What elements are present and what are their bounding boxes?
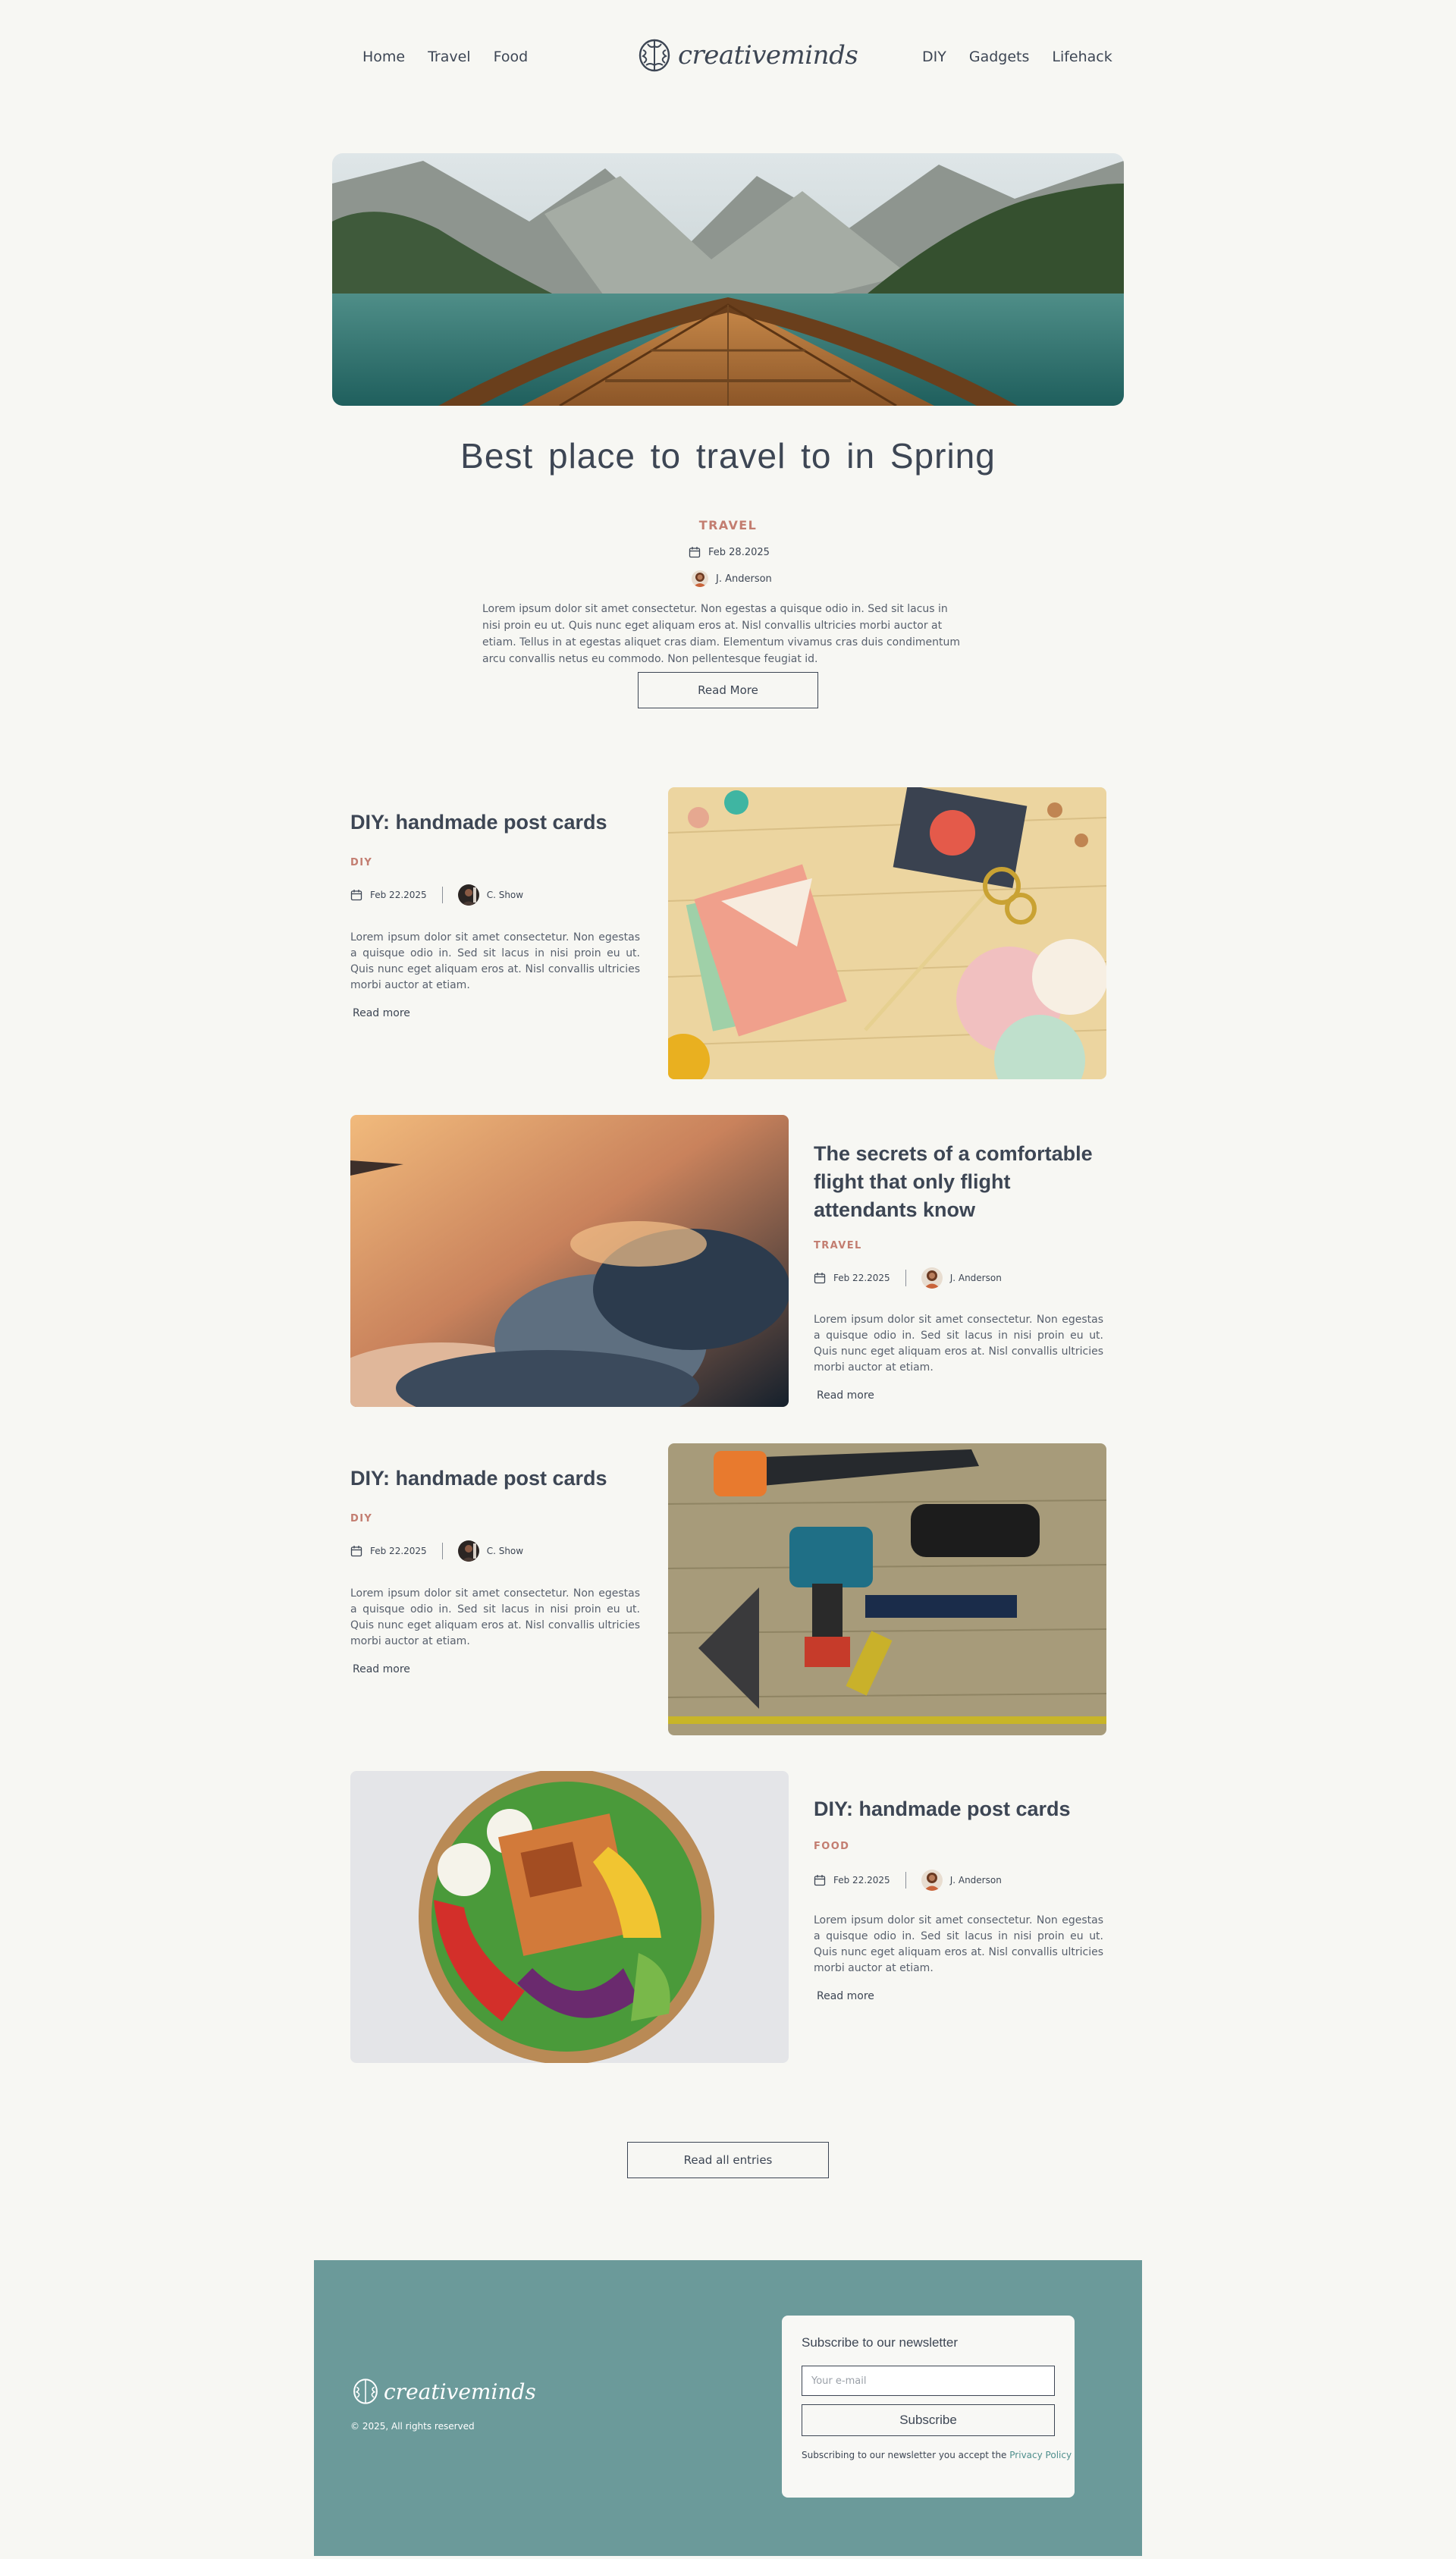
page: Home Travel Food creativeminds DIY Gadge… — [0, 0, 1456, 2559]
article-image-tools[interactable] — [668, 1443, 1106, 1735]
hero-author[interactable]: J. Anderson — [692, 570, 772, 587]
article-excerpt: Lorem ipsum dolor sit amet consectetur. … — [814, 1914, 1103, 1974]
nav-food[interactable]: Food — [494, 49, 529, 65]
article-author[interactable]: C. Show — [487, 890, 523, 900]
hero-excerpt: Lorem ipsum dolor sit amet consectetur. … — [482, 603, 961, 665]
calendar-icon — [350, 1546, 362, 1557]
article-date: Feb 22.2025 — [370, 1546, 427, 1556]
brand-logo[interactable]: creativeminds — [637, 38, 858, 73]
article-category[interactable]: FOOD — [814, 1841, 849, 1852]
hero-date-text: Feb 28.2025 — [708, 546, 770, 558]
hero-author-name: J. Anderson — [716, 573, 772, 585]
hero-image-lake-boat[interactable] — [332, 153, 1124, 406]
article-title[interactable]: DIY: handmade post cards — [350, 1465, 654, 1493]
avatar — [692, 570, 708, 587]
article-category[interactable]: TRAVEL — [814, 1240, 862, 1251]
article-meta: Feb 22.2025 C. Show — [350, 884, 523, 906]
article-title[interactable]: DIY: handmade post cards — [350, 809, 654, 837]
hero-title[interactable]: Best place to travel to in Spring — [0, 435, 1456, 476]
meta-divider — [905, 1270, 906, 1286]
footer: creativeminds © 2025, All rights reserve… — [314, 2260, 1142, 2556]
article-meta: Feb 22.2025 C. Show — [350, 1540, 523, 1562]
article-date: Feb 22.2025 — [833, 1875, 890, 1885]
article-read-more-link[interactable]: Read more — [817, 1990, 874, 2002]
article-author[interactable]: C. Show — [487, 1546, 523, 1556]
article-image-salad-bowl[interactable] — [350, 1771, 789, 2063]
calendar-icon — [350, 890, 362, 901]
brain-logo-icon — [353, 2378, 378, 2404]
article-date: Feb 22.2025 — [370, 890, 427, 900]
avatar — [457, 884, 479, 906]
nav-diy[interactable]: DIY — [922, 49, 946, 65]
nav-lifehack[interactable]: Lifehack — [1052, 49, 1112, 65]
article-image-postcards[interactable] — [668, 787, 1106, 1079]
meta-divider — [441, 1543, 443, 1559]
article-date: Feb 22.2025 — [833, 1273, 890, 1283]
article-excerpt: Lorem ipsum dolor sit amet consectetur. … — [350, 1587, 640, 1647]
top-nav: Home Travel Food creativeminds DIY Gadge… — [0, 38, 1456, 80]
avatar — [921, 1870, 943, 1891]
brain-logo-icon — [639, 39, 670, 72]
article-read-more-link[interactable]: Read more — [817, 1389, 874, 1402]
newsletter-box: Subscribe to our newsletter Subscribe Su… — [782, 2316, 1075, 2498]
article-image-airplane-clouds[interactable] — [350, 1115, 789, 1407]
newsletter-title: Subscribe to our newsletter — [802, 2335, 958, 2350]
privacy-policy-link[interactable]: Privacy Policy — [1009, 2450, 1072, 2460]
article-read-more-link[interactable]: Read more — [353, 1007, 410, 1019]
article-title[interactable]: The secrets of a comfortable flight that… — [814, 1140, 1111, 1224]
meta-divider — [441, 887, 443, 903]
read-all-entries-button[interactable]: Read all entries — [627, 2142, 829, 2178]
hero-date: Feb 28.2025 — [689, 546, 770, 558]
article-meta: Feb 22.2025 J. Anderson — [814, 1267, 1002, 1289]
footer-copyright: © 2025, All rights reserved — [350, 2421, 475, 2432]
hero-read-more-button[interactable]: Read More — [638, 672, 818, 708]
article-read-more-link[interactable]: Read more — [353, 1663, 410, 1675]
nav-home[interactable]: Home — [362, 49, 405, 65]
avatar — [457, 1540, 479, 1562]
article-category[interactable]: DIY — [350, 857, 372, 868]
nav-gadgets[interactable]: Gadgets — [969, 49, 1030, 65]
newsletter-note: Subscribing to our newsletter you accept… — [802, 2450, 1072, 2460]
brand-name: creativeminds — [678, 40, 858, 71]
article-category[interactable]: DIY — [350, 1513, 372, 1524]
nav-left: Home Travel Food — [362, 49, 528, 65]
footer-brand-name: creativeminds — [384, 2378, 536, 2404]
article-meta: Feb 22.2025 J. Anderson — [814, 1870, 1002, 1891]
nav-travel[interactable]: Travel — [428, 49, 470, 65]
article-excerpt: Lorem ipsum dolor sit amet consectetur. … — [350, 931, 640, 991]
avatar — [921, 1267, 943, 1289]
calendar-icon — [689, 547, 701, 558]
nav-right: DIY Gadgets Lifehack — [922, 49, 1112, 65]
email-field[interactable] — [802, 2366, 1055, 2396]
meta-divider — [905, 1872, 906, 1889]
newsletter-note-text: Subscribing to our newsletter you accept… — [802, 2450, 1007, 2460]
hero-category[interactable]: TRAVEL — [0, 518, 1456, 532]
calendar-icon — [814, 1273, 826, 1284]
article-author[interactable]: J. Anderson — [950, 1273, 1002, 1283]
calendar-icon — [814, 1875, 826, 1886]
article-author[interactable]: J. Anderson — [950, 1875, 1002, 1885]
subscribe-button[interactable]: Subscribe — [802, 2404, 1055, 2436]
article-excerpt: Lorem ipsum dolor sit amet consectetur. … — [814, 1314, 1103, 1374]
article-title[interactable]: DIY: handmade post cards — [814, 1795, 1117, 1823]
footer-brand[interactable]: creativeminds — [352, 2378, 536, 2405]
